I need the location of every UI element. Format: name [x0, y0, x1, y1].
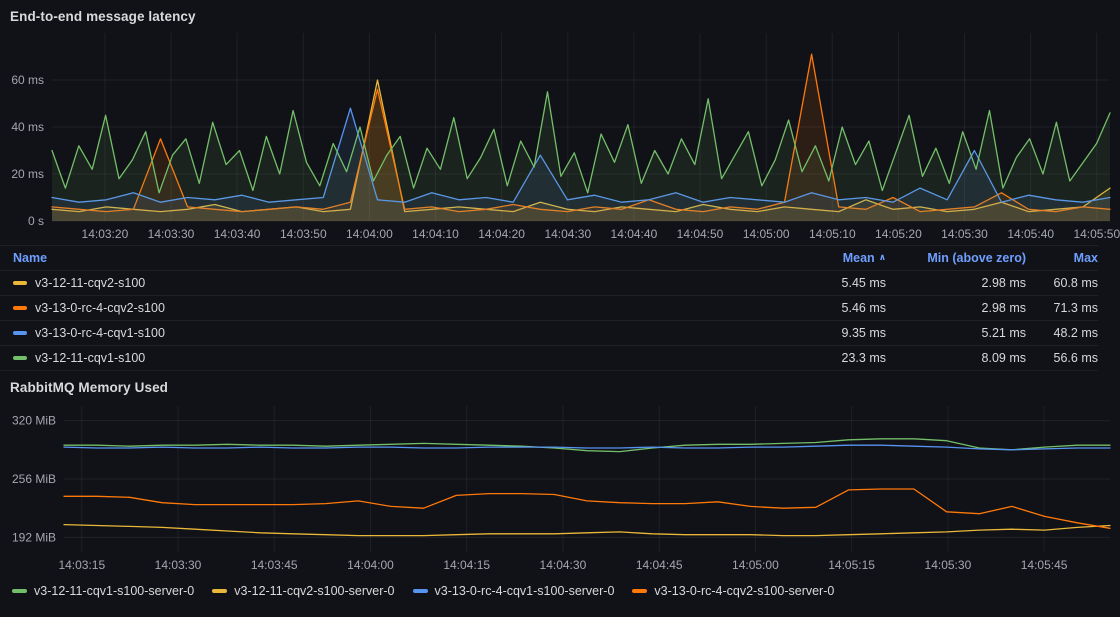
svg-text:14:05:40: 14:05:40: [1007, 227, 1054, 241]
series-name[interactable]: v3-13-0-rc-4-cqv2-s100: [35, 301, 165, 315]
svg-text:14:04:15: 14:04:15: [443, 558, 490, 572]
legend-item[interactable]: v3-12-11-cqv1-s100-server-0: [12, 581, 194, 601]
legend-item[interactable]: v3-13-0-rc-4-cqv2-s100-server-0: [632, 581, 834, 601]
series-max-value: 48.2 ms: [1026, 326, 1098, 340]
series-name[interactable]: v3-12-11-cqv1-s100: [35, 351, 145, 365]
latency-legend-table: NameMean∧Min (above zero)Maxv3-12-11-cqv…: [0, 245, 1120, 371]
series-name: v3-12-11-cqv1-s100-server-0: [34, 581, 194, 601]
series-min-value: 2.98 ms: [886, 276, 1026, 290]
svg-text:14:03:45: 14:03:45: [251, 558, 298, 572]
series-name[interactable]: v3-13-0-rc-4-cqv1-s100: [35, 326, 165, 340]
panel-rabbitmq-memory: RabbitMQ Memory Used 192 MiB 256 MiB 320 M…: [0, 371, 1120, 601]
latency-chart-svg[interactable]: 0 s 20 ms 40 ms 60 ms 14:03:20 14:03:30 14:03:…: [0, 27, 1120, 245]
legend-col-mean[interactable]: Mean∧: [766, 251, 886, 265]
series-mean-value: 9.35 ms: [766, 326, 886, 340]
legend-col-min[interactable]: Min (above zero): [886, 251, 1026, 265]
sort-asc-icon: ∧: [879, 252, 886, 262]
svg-text:14:05:00: 14:05:00: [732, 558, 779, 572]
series-color-icon: [413, 589, 428, 593]
panel-end-to-end-latency: End-to-end message latency 0 s 20 ms 40 ms…: [0, 0, 1120, 371]
svg-text:0 s: 0 s: [28, 214, 44, 228]
svg-text:14:04:00: 14:04:00: [346, 227, 393, 241]
legend-table-row[interactable]: v3-12-11-cqv1-s100 23.3 ms8.09 ms56.6 ms: [0, 345, 1098, 371]
svg-text:14:04:20: 14:04:20: [478, 227, 525, 241]
svg-text:14:04:10: 14:04:10: [412, 227, 459, 241]
series-max-value: 60.8 ms: [1026, 276, 1098, 290]
series-name[interactable]: v3-12-11-cqv2-s100: [35, 276, 145, 290]
svg-text:14:03:15: 14:03:15: [58, 558, 105, 572]
memory-legend: v3-12-11-cqv1-s100-server-0 v3-12-11-cqv2…: [0, 576, 1120, 601]
svg-text:14:04:30: 14:04:30: [544, 227, 591, 241]
grafana-dashboard: End-to-end message latency 0 s 20 ms 40 ms…: [0, 0, 1120, 617]
series-min-value: 5.21 ms: [886, 326, 1026, 340]
series-name: v3-13-0-rc-4-cqv1-s100-server-0: [435, 581, 615, 601]
series-mean-value: 5.45 ms: [766, 276, 886, 290]
svg-text:14:05:45: 14:05:45: [1021, 558, 1068, 572]
svg-text:14:03:20: 14:03:20: [82, 227, 129, 241]
legend-header-row: NameMean∧Min (above zero)Max: [0, 245, 1098, 270]
series-color-icon: [13, 356, 27, 360]
legend-col-name[interactable]: Name: [0, 251, 766, 265]
series-min-value: 2.98 ms: [886, 301, 1026, 315]
svg-text:20 ms: 20 ms: [11, 167, 44, 181]
svg-text:40 ms: 40 ms: [11, 120, 44, 134]
svg-text:14:03:50: 14:03:50: [280, 227, 327, 241]
series-color-icon: [13, 331, 27, 335]
series-mean-value: 23.3 ms: [766, 351, 886, 365]
svg-text:14:04:50: 14:04:50: [677, 227, 724, 241]
series-color-icon: [13, 281, 27, 285]
series-mean-value: 5.46 ms: [766, 301, 886, 315]
svg-text:256 MiB: 256 MiB: [12, 472, 56, 486]
svg-text:320 MiB: 320 MiB: [12, 414, 56, 428]
svg-text:14:04:00: 14:04:00: [347, 558, 394, 572]
panel-title-memory: RabbitMQ Memory Used: [0, 371, 1120, 398]
svg-text:14:03:40: 14:03:40: [214, 227, 261, 241]
legend-item[interactable]: v3-13-0-rc-4-cqv1-s100-server-0: [413, 581, 615, 601]
svg-text:14:05:30: 14:05:30: [925, 558, 972, 572]
series-name: v3-13-0-rc-4-cqv2-s100-server-0: [654, 581, 834, 601]
series-min-value: 8.09 ms: [886, 351, 1026, 365]
svg-text:14:05:15: 14:05:15: [828, 558, 875, 572]
svg-text:14:04:30: 14:04:30: [540, 558, 587, 572]
series-max-value: 71.3 ms: [1026, 301, 1098, 315]
svg-text:14:04:40: 14:04:40: [611, 227, 658, 241]
series-max-value: 56.6 ms: [1026, 351, 1098, 365]
svg-text:14:05:50: 14:05:50: [1073, 227, 1120, 241]
svg-text:60 ms: 60 ms: [11, 73, 44, 87]
svg-text:14:05:30: 14:05:30: [941, 227, 988, 241]
svg-text:14:03:30: 14:03:30: [155, 558, 202, 572]
legend-table-row[interactable]: v3-12-11-cqv2-s100 5.45 ms2.98 ms60.8 ms: [0, 270, 1098, 295]
series-name: v3-12-11-cqv2-s100-server-0: [234, 581, 394, 601]
series-color-icon: [13, 306, 27, 310]
memory-chart-svg[interactable]: 192 MiB 256 MiB 320 MiB 14:03:15 14:03:30 14:…: [0, 398, 1120, 576]
latency-chart[interactable]: 0 s 20 ms 40 ms 60 ms 14:03:20 14:03:30 14:03:…: [0, 27, 1120, 245]
panel-title-latency: End-to-end message latency: [0, 0, 1120, 27]
svg-text:14:04:45: 14:04:45: [636, 558, 683, 572]
legend-col-max[interactable]: Max: [1026, 251, 1098, 265]
svg-text:14:05:10: 14:05:10: [809, 227, 856, 241]
series-color-icon: [212, 589, 227, 593]
svg-text:14:05:00: 14:05:00: [743, 227, 790, 241]
memory-chart[interactable]: 192 MiB 256 MiB 320 MiB 14:03:15 14:03:30 14:…: [0, 398, 1120, 576]
svg-text:14:05:20: 14:05:20: [875, 227, 922, 241]
svg-text:14:03:30: 14:03:30: [148, 227, 195, 241]
legend-table-row[interactable]: v3-13-0-rc-4-cqv1-s100 9.35 ms5.21 ms48.2…: [0, 320, 1098, 345]
legend-table-row[interactable]: v3-13-0-rc-4-cqv2-s100 5.46 ms2.98 ms71.3…: [0, 295, 1098, 320]
series-color-icon: [632, 589, 647, 593]
legend-item[interactable]: v3-12-11-cqv2-s100-server-0: [212, 581, 394, 601]
svg-text:192 MiB: 192 MiB: [12, 530, 56, 544]
series-color-icon: [12, 589, 27, 593]
